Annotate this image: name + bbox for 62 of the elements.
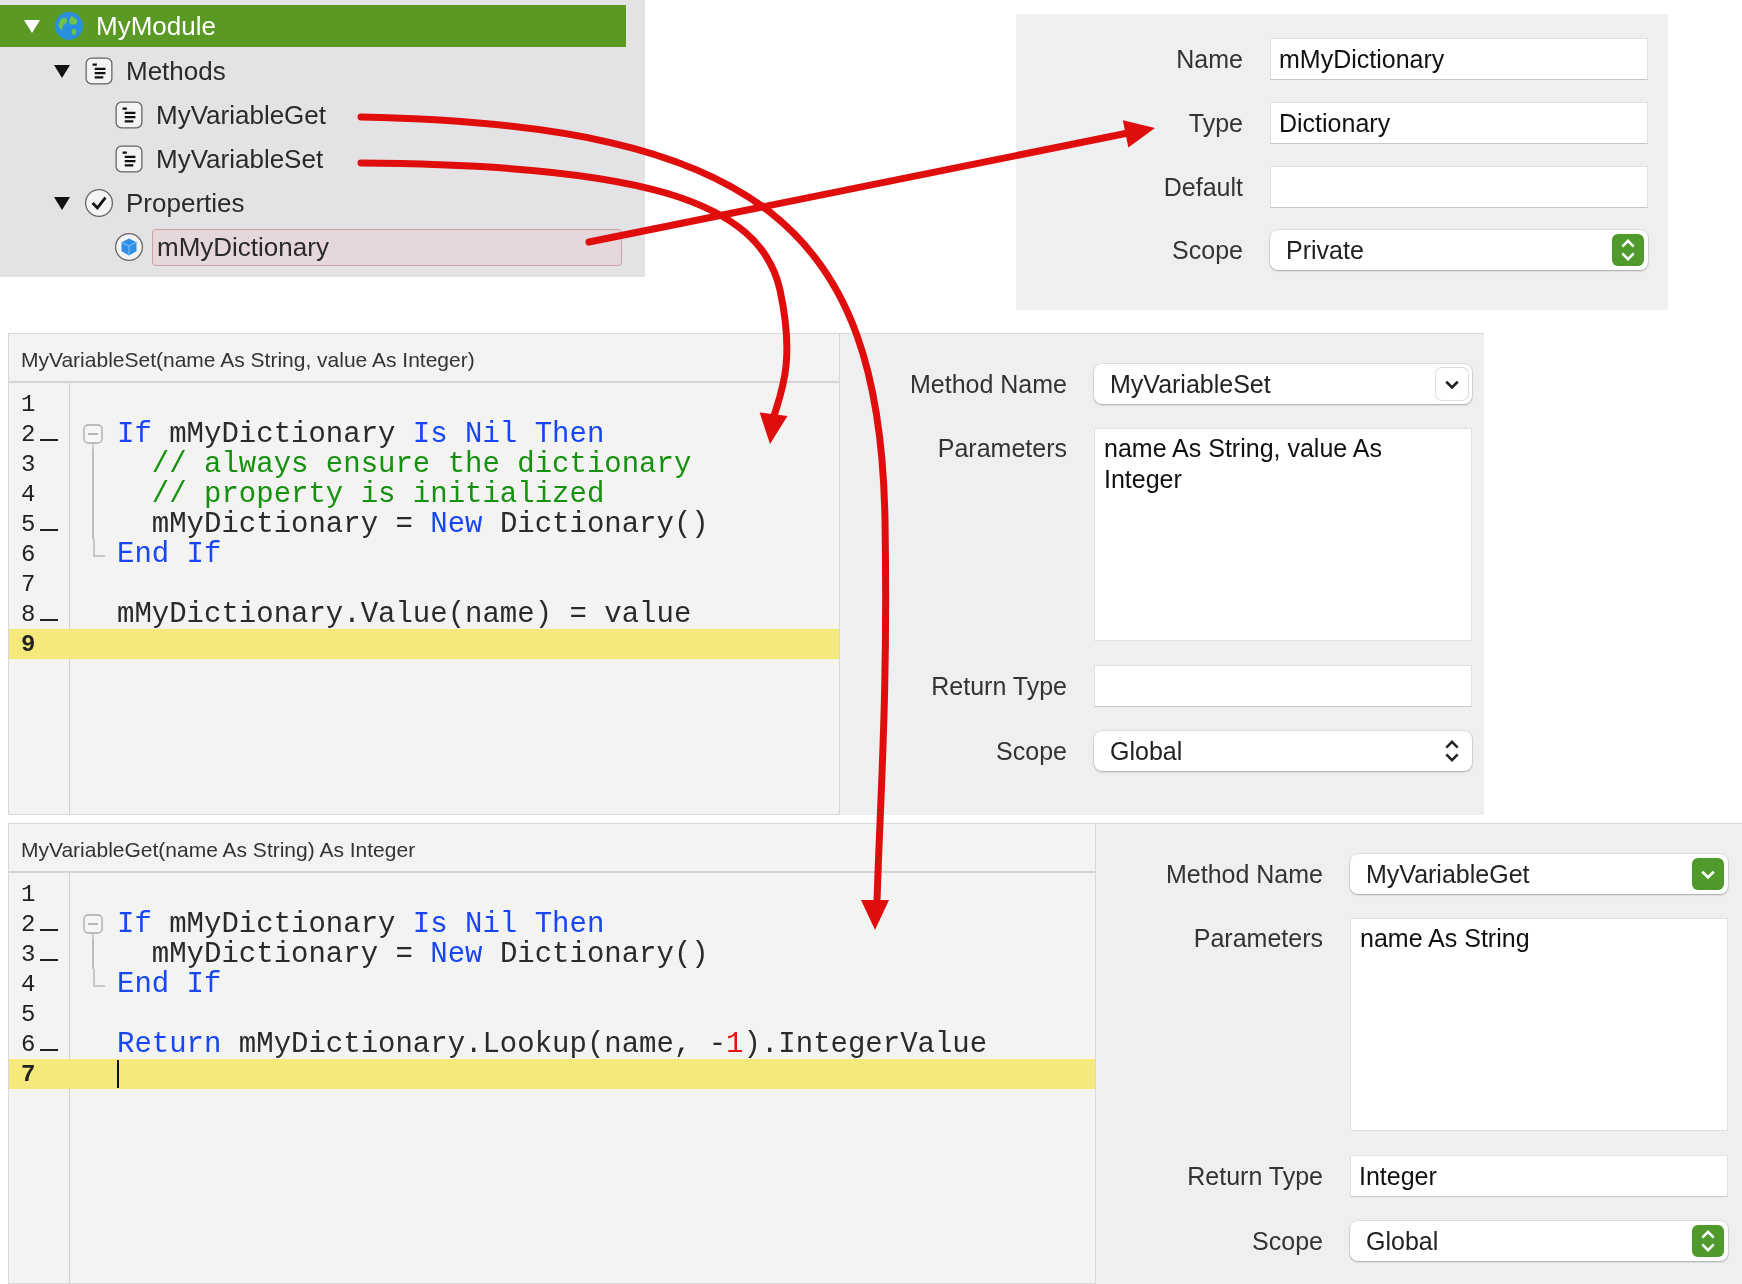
text-area[interactable]: name As String, value As Integer (1094, 428, 1472, 641)
popup-menu[interactable]: Private (1270, 230, 1648, 270)
field-label: Type (1187, 108, 1244, 138)
field-label: Scope (1171, 235, 1244, 265)
field-label: Scope (1251, 1226, 1324, 1256)
line-number: 4 (21, 970, 36, 998)
field-label: Parameters (1192, 923, 1324, 954)
code-line: mMyDictionary.Value(name) = value (117, 597, 692, 631)
globe-icon (54, 11, 84, 41)
field-label: Return Type (930, 671, 1068, 701)
line-number: 3 (21, 940, 59, 968)
tree-item-label: mMyDictionary (152, 228, 622, 266)
field-label: Scope (995, 736, 1068, 766)
document-lines-icon (84, 56, 114, 86)
line-number: 6 (21, 1030, 59, 1058)
tree-item[interactable]: MyVariableSet (0, 137, 626, 181)
text-field[interactable]: Dictionary (1270, 102, 1648, 144)
tree-item-label: MyVariableSet (155, 142, 325, 176)
line-number: 7 (21, 570, 36, 598)
tree-item-label: MyVariableGet (155, 98, 328, 132)
line-number: 8 (21, 600, 59, 628)
line-number: 5 (21, 1000, 36, 1028)
field-label: Default (1162, 172, 1244, 202)
tree-item[interactable]: MyVariableGet (0, 93, 626, 137)
text-field[interactable] (1270, 166, 1648, 208)
line-number: 1 (21, 390, 36, 418)
tree-item[interactable]: mMyDictionary (0, 225, 626, 269)
line-number: 5 (21, 510, 59, 538)
line-number: 1 (21, 880, 36, 908)
tree-item[interactable]: Methods (0, 49, 626, 93)
field-label: Method Name (908, 369, 1068, 399)
line-number: 9 (21, 630, 36, 658)
line-number: 4 (21, 480, 36, 508)
cube-icon (114, 232, 144, 262)
method-signature: MyVariableSet(name As String, value As Integer) (9, 334, 839, 383)
text-area[interactable]: name As String (1350, 918, 1728, 1131)
field-label: Method Name (1164, 859, 1324, 889)
method-signature: MyVariableGet(name As String) As Integer (9, 824, 1095, 873)
line-number: 6 (21, 540, 36, 568)
chevron-down-icon[interactable] (1436, 368, 1468, 400)
document-lines-icon (114, 144, 144, 174)
text-field[interactable]: mMyDictionary (1270, 38, 1648, 80)
document-lines-icon (114, 100, 144, 130)
text-field[interactable]: Integer (1350, 1155, 1728, 1197)
popup-menu[interactable]: Global (1350, 1221, 1728, 1261)
line-number: 2 (21, 910, 59, 938)
popup-menu[interactable]: Global (1094, 731, 1472, 771)
text-field[interactable] (1094, 665, 1472, 707)
code-line: Return mMyDictionary.Lookup(name, -1).IntegerValue (117, 1027, 988, 1061)
line-number: 3 (21, 450, 36, 478)
line-number: 7 (21, 1060, 36, 1088)
line-number: 2 (21, 420, 59, 448)
tree-item-label: Methods (125, 54, 227, 88)
combo-box[interactable]: MyVariableGet (1350, 854, 1728, 894)
field-label: Name (1175, 44, 1244, 74)
field-label: Parameters (936, 433, 1068, 464)
tree-item-label: Properties (125, 186, 246, 220)
tree-item[interactable]: Properties (0, 181, 626, 225)
field-label: Return Type (1186, 1161, 1324, 1191)
combo-box[interactable]: MyVariableSet (1094, 364, 1472, 404)
checkmark-circle-icon (84, 188, 114, 218)
tree-item-label: MyModule (95, 9, 217, 43)
